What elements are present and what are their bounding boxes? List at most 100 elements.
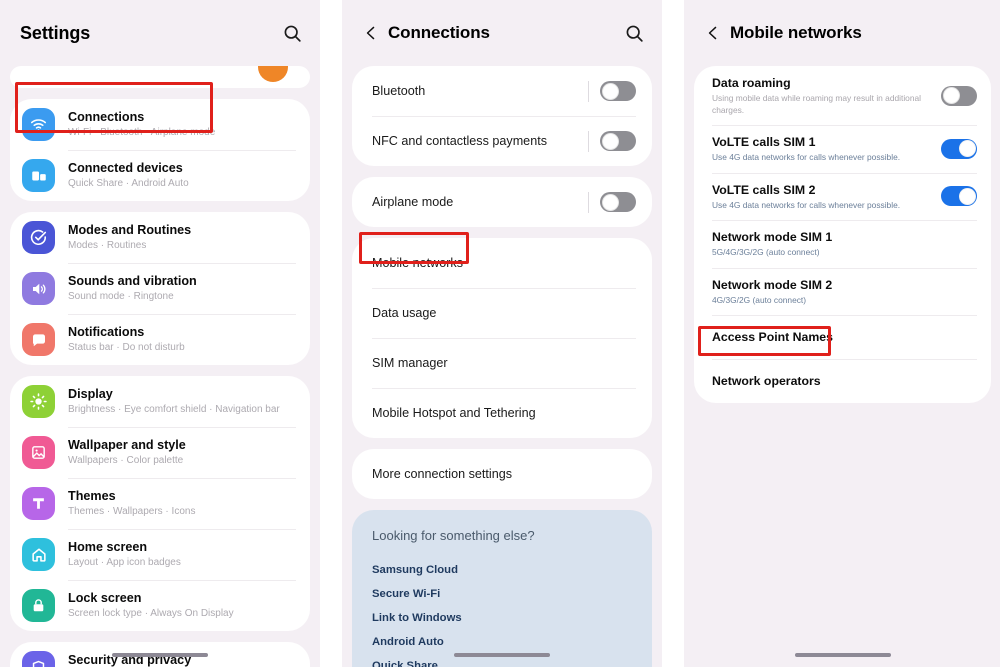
- row-subtitle: Using mobile data while roaming may resu…: [712, 93, 922, 115]
- wallpaper-icon: [22, 436, 55, 469]
- navigation-handle[interactable]: [342, 647, 662, 663]
- item-title: Home screen: [68, 539, 148, 554]
- settings-group-modes: Modes and Routines Modes · Routines Soun…: [10, 212, 310, 365]
- list-item-mobile-networks[interactable]: Mobile networks: [352, 238, 652, 288]
- item-subtitle: Quick Share · Android Auto: [68, 177, 189, 189]
- sidebar-item-modes-and-routines[interactable]: Modes and Routines Modes · Routines: [10, 212, 310, 263]
- search-icon[interactable]: [622, 21, 646, 45]
- sidebar-item-notifications[interactable]: Notifications Status bar · Do not distur…: [10, 314, 310, 365]
- chevron-left-icon[interactable]: [358, 20, 384, 46]
- toggle-volte-sim2[interactable]: [941, 186, 977, 207]
- item-subtitle: Modes · Routines: [68, 239, 147, 251]
- lock-icon: [22, 589, 55, 622]
- list-item-network-mode-sim1[interactable]: Network mode SIM 1 5G/4G/3G/2G (auto con…: [694, 220, 991, 268]
- navigation-handle[interactable]: [684, 647, 1000, 663]
- sidebar-item-themes[interactable]: Themes Themes · Wallpapers · Icons: [10, 478, 310, 529]
- item-subtitle: Sound mode · Ringtone: [68, 290, 174, 302]
- sidebar-item-home-screen[interactable]: Home screen Layout · App icon badges: [10, 529, 310, 580]
- connections-group-radios: Bluetooth NFC and contactless payments: [352, 66, 652, 166]
- item-subtitle: Status bar · Do not disturb: [68, 341, 185, 353]
- list-item-volte-sim2[interactable]: VoLTE calls SIM 2 Use 4G data networks f…: [694, 172, 991, 221]
- brightness-icon: [22, 385, 55, 418]
- connections-group-more: More connection settings: [352, 449, 652, 499]
- item-title: Wallpaper and style: [68, 437, 186, 452]
- row-title: Network mode SIM 1: [712, 230, 833, 244]
- phone-panel-mobile-networks: Mobile networks Data roaming Using mobil…: [684, 0, 1000, 667]
- account-card-peek[interactable]: [10, 66, 310, 88]
- item-subtitle: Screen lock type · Always On Display: [68, 607, 234, 619]
- settings-group-connections: Connections Wi-Fi · Bluetooth · Airplane…: [10, 99, 310, 201]
- item-title: Themes: [68, 488, 116, 503]
- row-title: VoLTE calls SIM 2: [712, 182, 816, 197]
- promo-heading: Looking for something else?: [372, 528, 535, 543]
- chevron-left-icon[interactable]: [700, 20, 726, 46]
- row-subtitle: Use 4G data networks for calls whenever …: [712, 152, 901, 162]
- item-subtitle: Themes · Wallpapers · Icons: [68, 505, 196, 517]
- toggle-data-roaming[interactable]: [941, 85, 977, 106]
- promo-link-secure-wifi[interactable]: Secure Wi-Fi: [372, 582, 632, 606]
- settings-group-display: Display Brightness · Eye comfort shield …: [10, 376, 310, 631]
- toggle-volte-sim1[interactable]: [941, 138, 977, 159]
- sidebar-item-connections[interactable]: Connections Wi-Fi · Bluetooth · Airplane…: [10, 99, 310, 150]
- list-item-airplane-mode[interactable]: Airplane mode: [352, 177, 652, 227]
- item-title: Notifications: [68, 324, 145, 339]
- list-item-bluetooth[interactable]: Bluetooth: [352, 66, 652, 116]
- toggle-nfc[interactable]: [600, 131, 636, 151]
- list-item-data-roaming[interactable]: Data roaming Using mobile data while roa…: [694, 66, 991, 125]
- settings-header: Settings: [0, 0, 320, 66]
- connections-group-airplane: Airplane mode: [352, 177, 652, 227]
- connected-devices-icon: [22, 159, 55, 192]
- list-item-network-operators[interactable]: Network operators: [694, 359, 991, 403]
- item-title: Lock screen: [68, 590, 142, 605]
- phone-panel-connections: Connections Bluetooth NFC and contactles…: [342, 0, 662, 667]
- page-title: Connections: [388, 23, 490, 42]
- navigation-handle[interactable]: [0, 647, 320, 663]
- list-item-data-usage[interactable]: Data usage: [352, 288, 652, 338]
- row-divider: [588, 191, 589, 213]
- search-icon[interactable]: [280, 21, 304, 45]
- row-label: Bluetooth: [372, 84, 426, 98]
- item-title: Connections: [68, 109, 145, 124]
- list-item-access-point-names[interactable]: Access Point Names: [694, 315, 991, 359]
- mobile-networks-group: Data roaming Using mobile data while roa…: [694, 66, 991, 403]
- sidebar-item-wallpaper-and-style[interactable]: Wallpaper and style Wallpapers · Color p…: [10, 427, 310, 478]
- row-subtitle: 5G/4G/3G/2G (auto connect): [712, 247, 820, 257]
- list-item-volte-sim1[interactable]: VoLTE calls SIM 1 Use 4G data networks f…: [694, 125, 991, 173]
- row-subtitle: Use 4G data networks for calls whenever …: [712, 199, 901, 210]
- home-icon: [22, 538, 55, 571]
- row-label: More connection settings: [372, 467, 513, 481]
- item-title: Sounds and vibration: [68, 273, 197, 288]
- page-title: Settings: [20, 22, 91, 43]
- sidebar-item-lock-screen[interactable]: Lock screen Screen lock type · Always On…: [10, 580, 310, 631]
- connections-group-mobile: Mobile networks Data usage SIM manager M…: [352, 238, 652, 438]
- toggle-airplane-mode[interactable]: [600, 192, 636, 212]
- promo-link-samsung-cloud[interactable]: Samsung Cloud: [372, 558, 632, 582]
- row-title: Data roaming: [712, 76, 791, 90]
- item-title: Display: [68, 386, 113, 401]
- sidebar-item-sounds-and-vibration[interactable]: Sounds and vibration Sound mode · Ringto…: [10, 263, 310, 314]
- item-title: Connected devices: [68, 160, 183, 175]
- list-item-nfc[interactable]: NFC and contactless payments: [352, 116, 652, 166]
- row-title: Network operators: [712, 374, 821, 388]
- list-item-mobile-hotspot[interactable]: Mobile Hotspot and Tethering: [352, 388, 652, 438]
- item-subtitle: Wi-Fi · Bluetooth · Airplane mode: [68, 126, 216, 138]
- toggle-bluetooth[interactable]: [600, 81, 636, 101]
- modes-routines-icon: [22, 221, 55, 254]
- item-title: Modes and Routines: [68, 222, 192, 237]
- list-item-more-connection-settings[interactable]: More connection settings: [352, 449, 652, 499]
- item-subtitle: Layout · App icon badges: [68, 556, 181, 568]
- row-title: Access Point Names: [712, 330, 833, 344]
- promo-link-link-to-windows[interactable]: Link to Windows: [372, 606, 632, 630]
- sidebar-item-connected-devices[interactable]: Connected devices Quick Share · Android …: [10, 150, 310, 201]
- looking-for-something-else-card: Looking for something else? Samsung Clou…: [352, 510, 652, 667]
- three-phone-screenshot-strip: Settings Connections Wi-Fi · Bluetooth ·…: [0, 0, 1000, 667]
- list-item-network-mode-sim2[interactable]: Network mode SIM 2 4G/3G/2G (auto connec…: [694, 267, 991, 316]
- wifi-icon: [22, 108, 55, 141]
- row-label: Data usage: [372, 306, 437, 320]
- row-divider: [588, 130, 589, 152]
- list-item-sim-manager[interactable]: SIM manager: [352, 338, 652, 388]
- sidebar-item-display[interactable]: Display Brightness · Eye comfort shield …: [10, 376, 310, 427]
- row-label: Mobile networks: [372, 256, 463, 270]
- phone-panel-settings: Settings Connections Wi-Fi · Bluetooth ·…: [0, 0, 320, 667]
- notifications-icon: [22, 323, 55, 356]
